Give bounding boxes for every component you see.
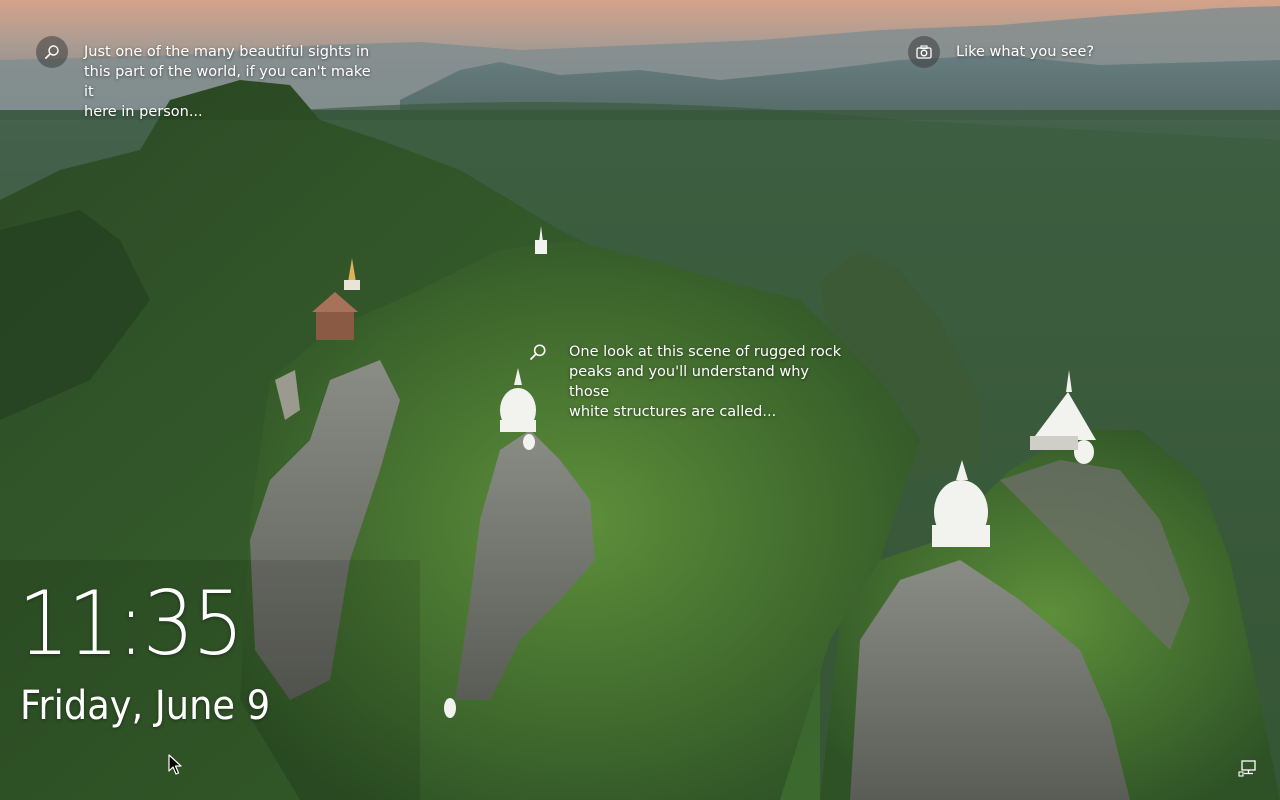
- lock-screen-date: Friday, June 9: [20, 683, 271, 729]
- mouse-cursor: [168, 754, 182, 775]
- spotlight-caption-center[interactable]: One look at this scene of rugged rock pe…: [569, 342, 844, 422]
- lock-screen-time: 11:35: [18, 572, 244, 675]
- camera-icon[interactable]: [908, 36, 940, 68]
- lock-screen[interactable]: Just one of the many beautiful sights in…: [0, 0, 1280, 800]
- spotlight-hotspot-center[interactable]: One look at this scene of rugged rock pe…: [527, 341, 844, 422]
- network-icon[interactable]: [1238, 758, 1258, 778]
- search-icon[interactable]: [527, 341, 549, 363]
- spotlight-caption-top-left[interactable]: Just one of the many beautiful sights in…: [84, 42, 374, 122]
- like-what-you-see-hotspot[interactable]: Like what you see?: [908, 36, 1094, 68]
- search-icon[interactable]: [36, 36, 68, 68]
- spotlight-hotspot-top-left[interactable]: Just one of the many beautiful sights in…: [36, 36, 374, 122]
- like-what-you-see-label[interactable]: Like what you see?: [956, 42, 1094, 62]
